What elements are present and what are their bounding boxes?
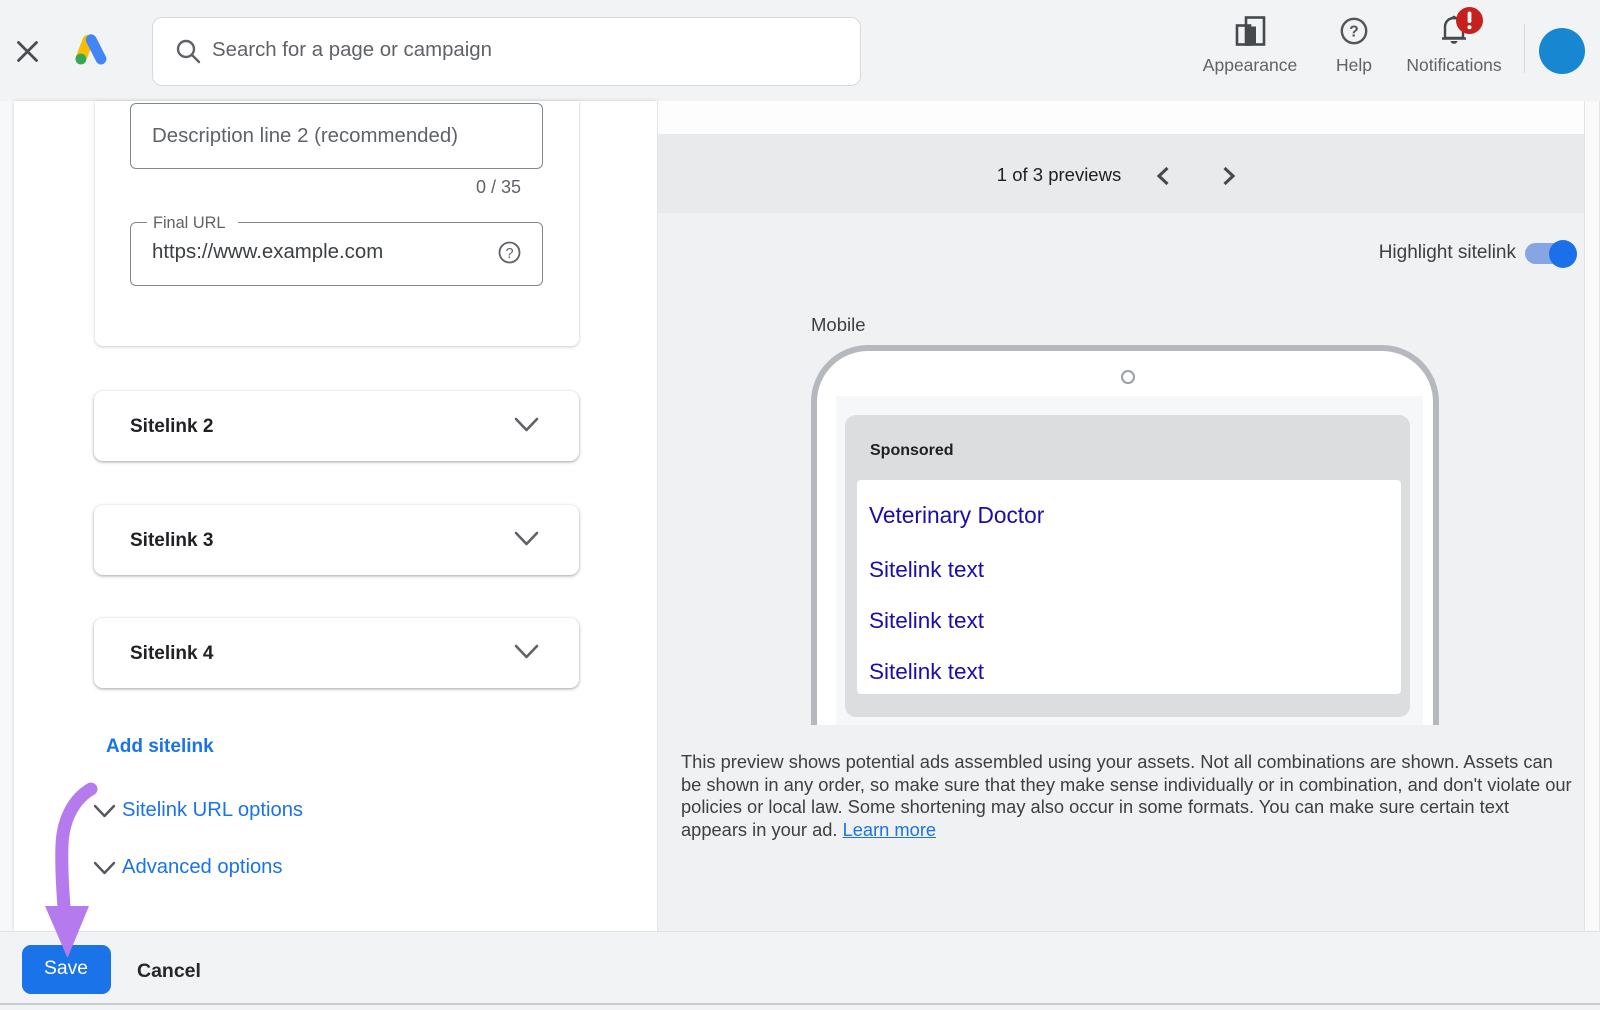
svg-text:?: ? [1349, 24, 1358, 41]
svg-text:?: ? [505, 246, 513, 262]
